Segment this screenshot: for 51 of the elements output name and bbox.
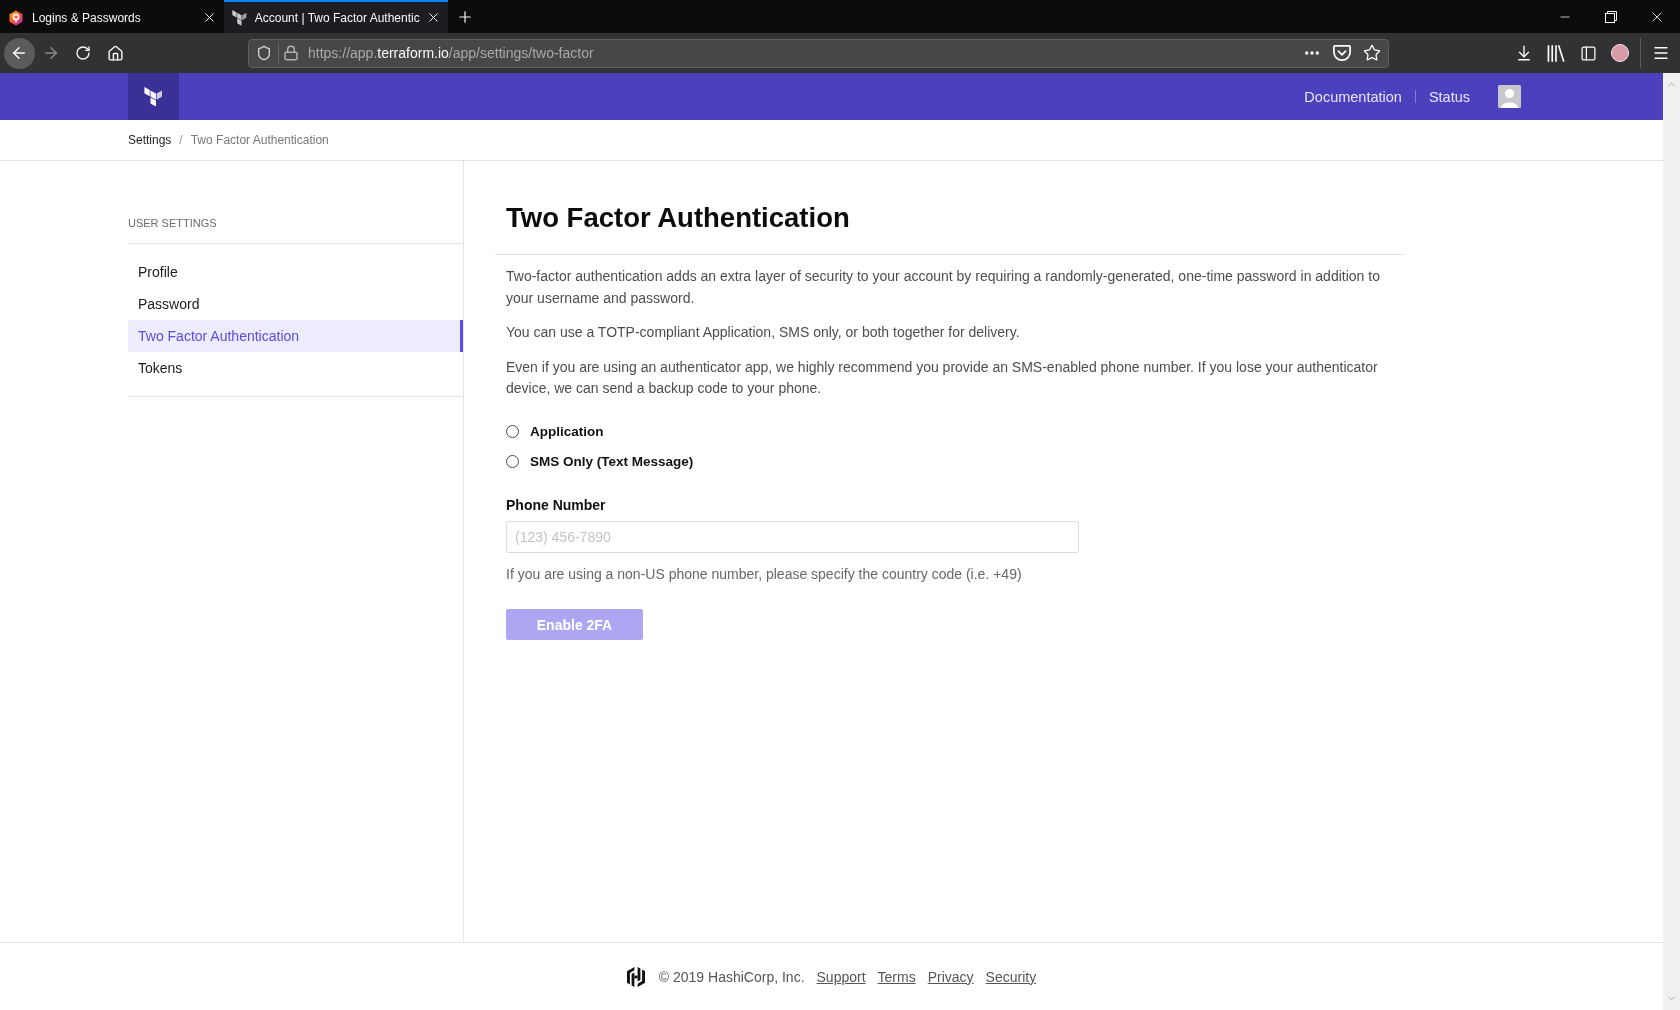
hexagon-logo-icon: [626, 966, 645, 987]
arrow-right-icon[interactable]: [42, 44, 60, 62]
description-text: Even if you are using an authenticator app, we highly recommend you provide an SMS-enabled phone number. If you lose your authenticator device, we can send a backup code to your phone.: [506, 357, 1379, 398]
sidebar-heading: USER SETTINGS: [128, 216, 218, 231]
sidebar-icon[interactable]: [1579, 44, 1597, 62]
back-button[interactable]: [3, 37, 35, 69]
footer-link[interactable]: Privacy: [927, 968, 974, 985]
sidebar-item[interactable]: Tokens: [128, 352, 463, 384]
header-link[interactable]: Status: [1428, 88, 1470, 105]
shield-icon[interactable]: [256, 45, 272, 61]
breadcrumb-current: Two Factor Authentication: [190, 133, 329, 147]
footer-link[interactable]: Security: [985, 968, 1037, 985]
diamond-logo-icon: [8, 9, 24, 26]
address-bar[interactable]: https://app.terraform.io/app/settings/two-factor: [248, 38, 1389, 68]
home-icon[interactable]: [106, 44, 124, 62]
home-link[interactable]: [128, 73, 179, 120]
field-label: Phone Number: [506, 495, 606, 515]
restore-icon[interactable]: [1605, 10, 1617, 23]
radio-label[interactable]: Application: [530, 424, 604, 439]
close-icon[interactable]: [202, 10, 217, 25]
hint-text: If you are using a non-US phone number, please specify the country code (i.e. +49): [506, 565, 1022, 584]
breadcrumb-separator: /: [179, 133, 183, 147]
page-title: Two Factor Authentication: [506, 201, 851, 235]
footer-link[interactable]: Support: [816, 968, 866, 985]
footer-link[interactable]: Terms: [877, 968, 916, 985]
blocks-logo-icon: [232, 9, 247, 26]
description-text: Two-factor authentication adds an extra layer of security to your account by requiring a randomly-generated, one-time password in addition to your username and password.: [506, 267, 1381, 308]
phone-input[interactable]: (123) 456-7890: [506, 521, 1079, 553]
sidebar-item[interactable]: Password: [128, 288, 463, 320]
sidebar-item[interactable]: Two Factor Authentication: [128, 320, 463, 352]
breadcrumb-link[interactable]: Settings: [128, 133, 172, 147]
radio-button[interactable]: [506, 455, 519, 468]
blocks-logo-icon: [144, 86, 163, 107]
copyright-text: © 2019 HashiCorp, Inc.: [658, 968, 805, 985]
radio-button[interactable]: [506, 425, 519, 438]
description-text: You can use a TOTP-compliant Application, SMS only, or both together for delivery.: [506, 323, 1020, 342]
pocket-icon[interactable]: [1333, 44, 1351, 62]
header-link[interactable]: Documentation: [1304, 88, 1402, 105]
browser-tab[interactable]: Logins & Passwords: [0, 0, 224, 33]
browser-tab[interactable]: Account | Two Factor Authentic: [224, 0, 448, 33]
menu-icon[interactable]: [1652, 44, 1670, 62]
radio-label[interactable]: SMS Only (Text Message): [530, 454, 694, 469]
account-avatar-icon[interactable]: [1611, 44, 1629, 62]
close-icon[interactable]: [426, 10, 441, 25]
library-icon[interactable]: [1547, 44, 1565, 62]
url-text: https://app.terraform.io/app/settings/two-factor: [308, 45, 594, 61]
download-icon[interactable]: [1515, 44, 1533, 62]
reload-icon[interactable]: [75, 45, 91, 61]
star-icon[interactable]: [1363, 44, 1381, 62]
lock-icon[interactable]: [283, 45, 299, 61]
sidebar-item[interactable]: Profile: [128, 256, 463, 288]
